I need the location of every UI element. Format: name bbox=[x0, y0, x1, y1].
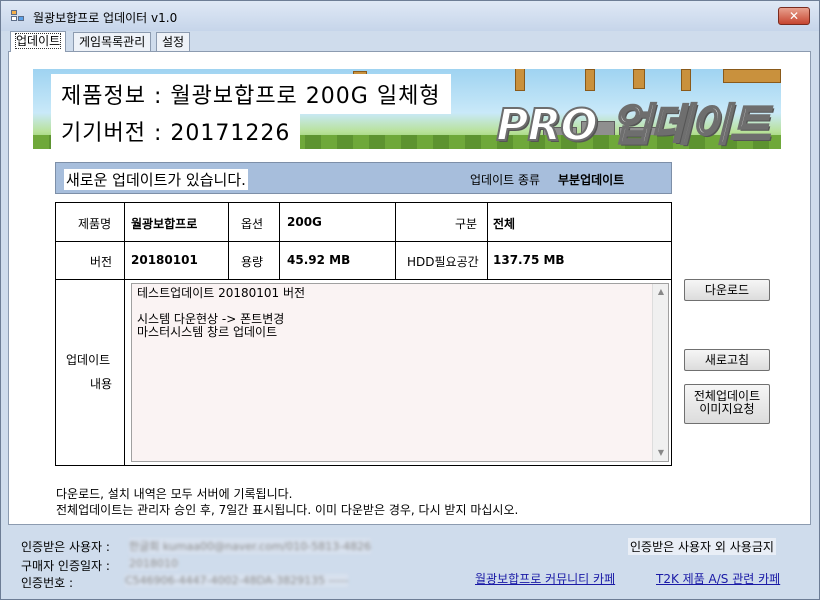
support-cafe-link[interactable]: T2K 제품 A/S 관련 카페 bbox=[656, 570, 780, 587]
tab-update[interactable]: 업데이트 bbox=[10, 31, 67, 52]
update-notice-bar: 새로운 업데이트가 있습니다. 업데이트 종류 부분업데이트 bbox=[55, 162, 672, 194]
scroll-up-icon[interactable]: ▲ bbox=[653, 284, 669, 300]
certified-user-value: 한글회 kumaa00@naver.com/010-5813-4826 bbox=[129, 538, 372, 554]
auth-number-value: C546906-4447-4002-48DA-3829135 ----- bbox=[125, 574, 349, 587]
pro-update-logo: PRO 업데이트 bbox=[495, 99, 771, 149]
version-label: 버전 bbox=[90, 255, 113, 269]
update-content-label-2: 내용 bbox=[90, 377, 113, 391]
updater-window: 월광보합프로 업데이터 v1.0 ✕ 업데이트 게임목록관리 설정 제품정보 :… bbox=[0, 0, 820, 600]
update-panel: 제품정보 : 월광보합프로 200G 일체형 기기버전 : 20171226 P… bbox=[8, 51, 811, 525]
update-info-table: 제품명 월광보합프로 옵션 200G 구분 전체 버전 20180101 용량 … bbox=[55, 202, 672, 466]
refresh-button[interactable]: 새로고침 bbox=[684, 349, 770, 371]
close-button[interactable]: ✕ bbox=[778, 7, 810, 25]
title-bar: 월광보합프로 업데이터 v1.0 ✕ bbox=[1, 1, 819, 31]
window-title: 월광보합프로 업데이터 v1.0 bbox=[33, 11, 178, 25]
product-banner: 제품정보 : 월광보합프로 200G 일체형 기기버전 : 20171226 P… bbox=[33, 69, 781, 149]
update-content-label: 업데이트 bbox=[66, 353, 111, 367]
footnote-full-update: 전체업데이트는 관리자 승인 후, 7일간 표시됩니다. 이미 다운받은 경우,… bbox=[56, 503, 519, 517]
purchase-date-label: 구매자 인증일자 : bbox=[21, 559, 110, 573]
device-version-text: 기기버전 : 20171226 bbox=[51, 111, 301, 149]
tab-settings[interactable]: 설정 bbox=[156, 32, 191, 52]
content-scrollbar[interactable]: ▲ ▼ bbox=[652, 284, 668, 461]
option-label: 옵션 bbox=[241, 217, 264, 231]
auth-number-label: 인증번호 : bbox=[21, 576, 74, 590]
community-cafe-link[interactable]: 월광보합프로 커뮤니티 카페 bbox=[475, 570, 615, 587]
category-label: 구분 bbox=[455, 217, 478, 231]
update-type-value: 부분업데이트 bbox=[558, 173, 625, 187]
scroll-down-icon[interactable]: ▼ bbox=[653, 445, 669, 461]
usage-restriction-notice: 인증받은 사용자 외 사용금지 bbox=[628, 538, 776, 555]
hdd-space-label: HDD필요공간 bbox=[407, 255, 479, 269]
update-available-message: 새로운 업데이트가 있습니다. bbox=[64, 169, 248, 190]
certified-user-label: 인증받은 사용자 : bbox=[21, 540, 110, 554]
product-info-text: 제품정보 : 월광보합프로 200G 일체형 bbox=[51, 74, 451, 114]
app-icon bbox=[11, 10, 25, 22]
hdd-space-value: 137.75 MB bbox=[493, 253, 565, 267]
close-icon: ✕ bbox=[788, 9, 800, 23]
option-value: 200G bbox=[287, 215, 322, 229]
download-button[interactable]: 다운로드 bbox=[684, 279, 770, 301]
product-name-value: 월광보합프로 bbox=[131, 217, 198, 231]
size-value: 45.92 MB bbox=[287, 253, 351, 267]
full-update-request-button[interactable]: 전체업데이트 이미지요청 bbox=[684, 384, 770, 424]
tab-game-list[interactable]: 게임목록관리 bbox=[73, 32, 152, 52]
update-type-label: 업데이트 종류 bbox=[470, 173, 541, 187]
version-value: 20180101 bbox=[131, 253, 198, 267]
purchase-date-value: 2018010 bbox=[129, 557, 178, 570]
content-line: 테스트업데이트 20180101 버전 bbox=[137, 286, 306, 300]
footnote-log: 다운로드, 설치 내역은 모두 서버에 기록됩니다. bbox=[56, 487, 293, 501]
content-line: 마스터시스템 창르 업데이트 bbox=[137, 325, 278, 339]
category-value: 전체 bbox=[493, 217, 516, 231]
update-content-textarea[interactable]: 테스트업데이트 20180101 버전 시스템 다운현상 -> 폰트변경 마스터… bbox=[131, 283, 669, 462]
size-label: 용량 bbox=[241, 255, 264, 269]
product-name-label: 제품명 bbox=[78, 217, 112, 231]
